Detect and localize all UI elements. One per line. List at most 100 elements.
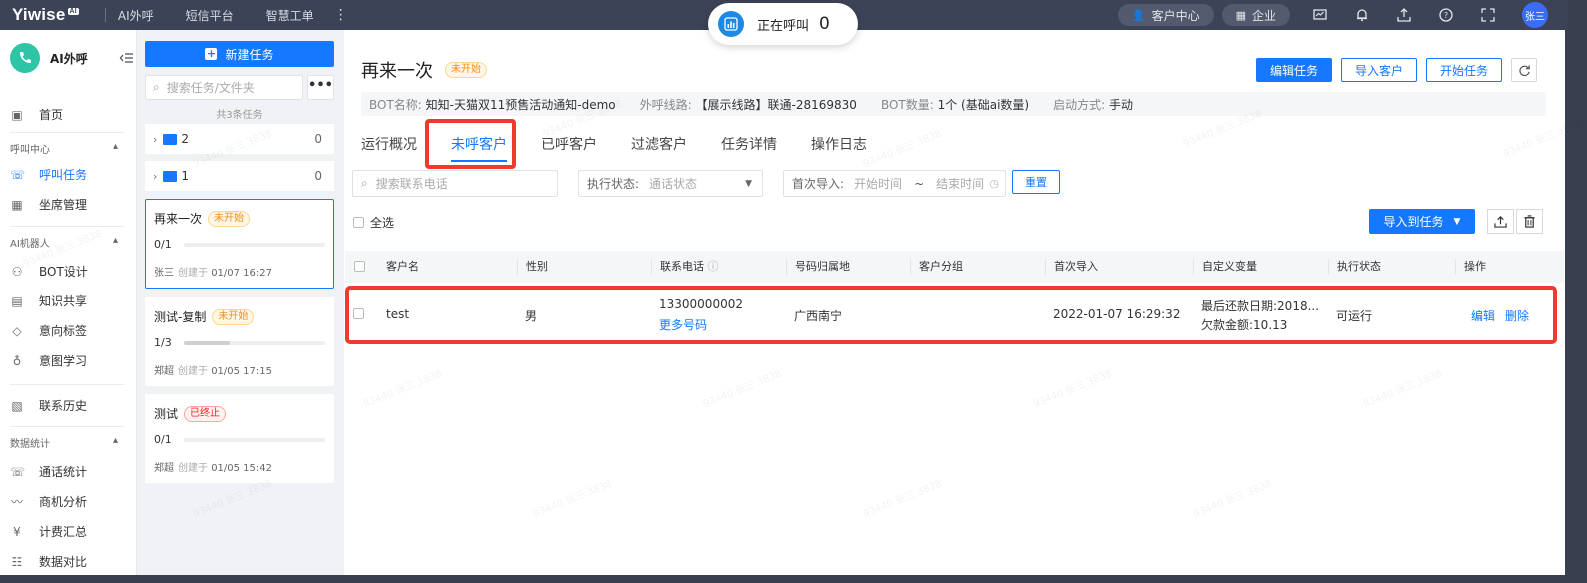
select-all-checkbox[interactable]: 全选 <box>353 214 394 231</box>
nav-ai-call[interactable]: AI外呼 <box>118 7 154 24</box>
trend-icon: 〰 <box>10 495 23 509</box>
trash-icon[interactable] <box>1516 209 1543 234</box>
caret-down-icon: ▼ <box>1453 216 1461 227</box>
caret-down-icon: ▼ <box>745 178 752 189</box>
progress-bar <box>183 437 325 442</box>
sidebar-item-bot-design[interactable]: ⚇ BOT设计 <box>10 263 88 280</box>
chevron-right-icon: › <box>153 132 158 146</box>
building-icon: ▦ <box>1235 8 1246 22</box>
sidebar-item-call-tasks[interactable]: ☏ 呼叫任务 <box>10 166 87 183</box>
sidebar-group-call[interactable]: 呼叫中心 ▴ <box>10 141 118 156</box>
highlight-box-row <box>345 286 1557 344</box>
sidebar-item-call-stats[interactable]: ☏ 通话统计 <box>10 463 87 480</box>
sidebar-group-stats[interactable]: 数据统计 ▴ <box>10 435 118 450</box>
sidebar-item-intent-learning[interactable]: ♁ 意图学习 <box>10 352 87 369</box>
help-icon[interactable]: ? <box>1438 7 1454 23</box>
more-vertical-icon[interactable]: ⋮ <box>334 7 348 23</box>
bulb-icon: ♁ <box>12 353 22 368</box>
sidebar-item-intent-tags[interactable]: ◇ 意向标签 <box>10 322 87 339</box>
tab-details[interactable]: 任务详情 <box>721 134 777 158</box>
book-icon: ▤ <box>11 293 23 308</box>
header-checkbox[interactable] <box>354 259 371 275</box>
logo: Yiwise AI <box>12 5 79 24</box>
customer-center-button[interactable]: 👤 客户中心 <box>1117 4 1214 26</box>
sidebar-item-home[interactable]: ▣ 首页 <box>10 106 63 123</box>
clock-icon: ◷ <box>989 177 999 190</box>
calling-count: 0 <box>819 14 830 34</box>
caret-up-icon: ▴ <box>112 235 118 246</box>
new-task-button[interactable]: + 新建任务 <box>145 41 334 67</box>
history-icon: ▧ <box>11 398 23 413</box>
calling-indicator[interactable]: 正在呼叫 0 <box>708 3 858 45</box>
exec-status-select[interactable]: 执行状态: 通话状态 ▼ <box>578 170 763 197</box>
sidebar-item-billing[interactable]: ¥ 计费汇总 <box>10 523 87 540</box>
chart-icon <box>718 11 744 37</box>
progress-bar <box>183 242 325 247</box>
more-icon[interactable]: ••• <box>307 75 334 100</box>
plus-icon: + <box>205 47 218 60</box>
home-icon: ▣ <box>11 107 23 122</box>
sidebar-item-data-compare[interactable]: ☷ 数据对比 <box>10 553 87 570</box>
task-card[interactable]: 再来一次 未开始 0/1 张三 创建于 01/07 16:27 <box>145 199 334 289</box>
sidebar-item-knowledge[interactable]: ▤ 知识共享 <box>10 292 87 309</box>
folder-icon <box>163 133 178 145</box>
sidebar-group-ai[interactable]: AI机器人 ▴ <box>10 235 118 250</box>
avatar[interactable]: 张三 <box>1522 2 1548 28</box>
nodes-icon: ⚇ <box>11 264 23 279</box>
search-icon: ⌕ <box>153 80 160 94</box>
caret-up-icon: ▴ <box>112 435 118 446</box>
import-customer-button[interactable]: 导入客户 <box>1340 58 1417 82</box>
calling-label: 正在呼叫 <box>757 18 810 34</box>
nav-ticket[interactable]: 智慧工单 <box>266 7 314 24</box>
fullscreen-icon[interactable] <box>1480 7 1496 23</box>
sidebar-item-seat-mgmt[interactable]: ▦ 坐席管理 <box>10 196 87 213</box>
task-info-bar: BOT名称: 知知-天猫双11预售活动通知-demo 外呼线路: 【展示线路】联… <box>361 92 1546 116</box>
reset-button[interactable]: 重置 <box>1012 170 1060 194</box>
folder-item[interactable]: › 1 0 <box>145 161 334 191</box>
task-card[interactable]: 测试 已终止 0/1 郑超 创建于 01/05 15:42 <box>145 394 334 483</box>
tab-called[interactable]: 已呼客户 <box>541 134 597 158</box>
nav-sms[interactable]: 短信平台 <box>186 7 234 24</box>
user-icon: 👤 <box>1131 8 1146 22</box>
chevron-right-icon: › <box>153 169 158 183</box>
phone-column-header: 联系电话 ⓘ <box>651 259 719 275</box>
folder-icon <box>163 170 178 182</box>
collapse-icon[interactable] <box>119 50 137 68</box>
sidebar-item-contact-history[interactable]: ▧ 联系历史 <box>10 397 87 414</box>
monitor-icon[interactable] <box>1312 7 1328 23</box>
help-icon[interactable]: ⓘ <box>708 260 719 273</box>
task-card[interactable]: 测试-复制 未开始 1/3 郑超 创建于 01/05 17:15 <box>145 297 334 386</box>
top-nav: AI外呼 短信平台 智慧工单 ⋮ <box>93 7 348 24</box>
tab-overview[interactable]: 运行概况 <box>361 134 417 158</box>
download-icon[interactable] <box>1396 7 1412 23</box>
sidebar-header: AI外呼 <box>0 30 136 86</box>
import-date-range[interactable]: 首次导入: 开始时间 ~ 结束时间 ◷ <box>783 170 1006 197</box>
sidebar-item-biz-analysis[interactable]: 〰商机分析 <box>10 493 87 510</box>
caret-up-icon: ▴ <box>112 141 118 152</box>
sidebar-title: AI外呼 <box>50 51 88 66</box>
table-header: 客户名 性别 联系电话 ⓘ 号码归属地 客户分组 首次导入 自定义变量 执行状态… <box>345 251 1564 283</box>
bell-icon[interactable] <box>1354 7 1370 23</box>
status-badge: 未开始 <box>212 308 255 325</box>
app-frame: YiwiseAI AI外呼 短信平台 智慧工单 ⋮ 👤客户中心 ▦企业 ? <box>0 0 1583 575</box>
phone-icon: ☏ <box>10 167 26 182</box>
status-badge: 未开始 <box>445 62 487 78</box>
svg-text:?: ? <box>1444 11 1448 20</box>
edit-task-button[interactable]: 编辑任务 <box>1255 58 1332 82</box>
enterprise-button[interactable]: ▦ 企业 <box>1221 4 1290 26</box>
page-title: 再来一次 未开始 <box>361 57 487 83</box>
upload-icon[interactable] <box>1487 209 1514 234</box>
start-task-button[interactable]: 开始任务 <box>1425 58 1502 82</box>
refresh-icon[interactable] <box>1511 58 1537 82</box>
import-to-task-button[interactable]: 导入到任务 ▼ <box>1369 209 1475 234</box>
tab-logs[interactable]: 操作日志 <box>811 134 867 158</box>
folder-item[interactable]: › 2 0 <box>145 124 334 154</box>
phone-search-input[interactable]: ⌕ 搜索联系电话 <box>352 170 558 197</box>
progress-bar <box>183 340 325 345</box>
task-panel: + 新建任务 ⌕ 搜索任务/文件夹 ••• 共3条任务 › 2 0 › 1 0 再来… <box>137 30 344 575</box>
highlight-box-tab <box>425 119 516 169</box>
phone-stats-icon: ☏ <box>10 464 26 479</box>
task-count: 共3条任务 <box>216 110 263 121</box>
tab-filtered[interactable]: 过滤客户 <box>631 134 687 158</box>
task-search-input[interactable]: ⌕ 搜索任务/文件夹 <box>145 75 303 100</box>
